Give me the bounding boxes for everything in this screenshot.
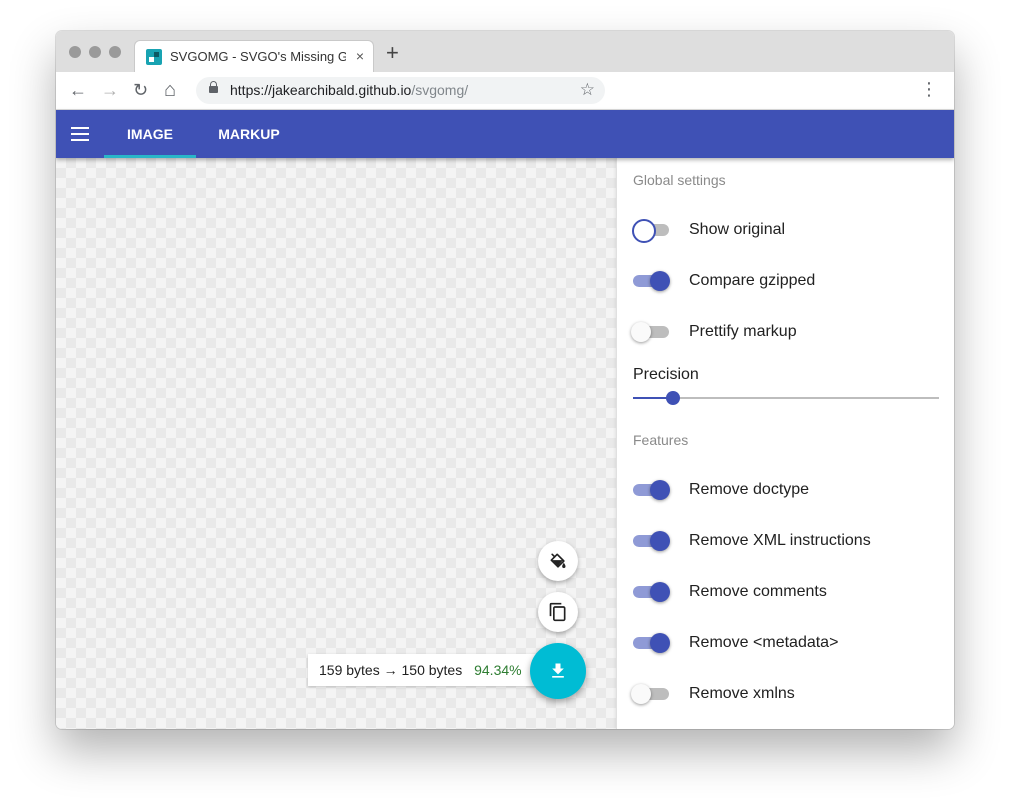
- precision-slider-handle[interactable]: [665, 391, 680, 405]
- image-preview-canvas[interactable]: [56, 158, 616, 729]
- hamburger-menu-icon[interactable]: [71, 127, 89, 141]
- tab-image[interactable]: IMAGE: [104, 110, 196, 158]
- reload-icon[interactable]: ↻: [133, 81, 148, 99]
- remove-doctype-toggle[interactable]: [633, 478, 670, 502]
- precision-slider[interactable]: [633, 391, 939, 405]
- browser-menu-icon[interactable]: ⋮: [920, 80, 938, 98]
- prettify-markup-toggle[interactable]: [631, 320, 669, 344]
- svgomg-favicon-icon: [146, 49, 162, 65]
- browser-tab[interactable]: SVGOMG - SVGO's Missing GUI ×: [134, 40, 374, 72]
- feature-label: Remove doctype: [689, 481, 810, 498]
- address-url[interactable]: https://jakearchibald.github.io/svgomg/: [230, 82, 468, 98]
- setting-compare-gzipped[interactable]: Compare gzipped: [633, 269, 943, 293]
- address-bar[interactable]: https://jakearchibald.github.io/svgomg/ …: [196, 77, 605, 104]
- feature-remove-doctype[interactable]: Remove doctype: [633, 478, 943, 502]
- feature-remove-comments[interactable]: Remove comments: [633, 580, 943, 604]
- new-tab-button[interactable]: +: [386, 42, 399, 64]
- app-bar: IMAGE MARKUP: [56, 110, 954, 158]
- settings-panel: Global settings Show original Compare gz…: [616, 158, 954, 729]
- copy-icon: [549, 602, 566, 622]
- remove-comments-toggle[interactable]: [633, 580, 670, 604]
- lock-icon: [209, 81, 218, 93]
- zoom-window-button[interactable]: [109, 46, 121, 58]
- feature-remove-xmlns[interactable]: Remove xmlns: [631, 682, 943, 706]
- url-host: https://jakearchibald.github.io: [230, 82, 412, 98]
- close-window-button[interactable]: [69, 46, 81, 58]
- setting-label: Compare gzipped: [689, 272, 816, 289]
- browser-window: SVGOMG - SVGO's Missing GUI × + ← → ↻ ⌂ …: [56, 31, 954, 729]
- features-title: Features: [633, 432, 689, 448]
- feature-remove-metadata[interactable]: Remove <metadata>: [633, 631, 943, 655]
- show-original-toggle[interactable]: [632, 218, 669, 243]
- original-size: 159 bytes: [319, 662, 380, 678]
- url-path: /svgomg/: [411, 82, 469, 98]
- forward-icon[interactable]: →: [101, 81, 119, 99]
- setting-label: Prettify markup: [689, 323, 797, 340]
- optimized-size: 150 bytes: [401, 662, 463, 678]
- feature-label: Remove XML instructions: [689, 532, 871, 549]
- background-toggle-button[interactable]: [538, 541, 578, 581]
- back-icon[interactable]: ←: [69, 81, 87, 99]
- global-settings-title: Global settings: [633, 172, 726, 188]
- minimize-window-button[interactable]: [89, 46, 101, 58]
- browser-toolbar: ← → ↻ ⌂ https://jakearchibald.github.io/…: [56, 72, 954, 110]
- setting-prettify-markup[interactable]: Prettify markup: [631, 320, 943, 344]
- download-button[interactable]: [530, 643, 586, 699]
- compare-gzipped-toggle[interactable]: [633, 269, 670, 293]
- saving-percent: 94.34%: [474, 662, 522, 678]
- bookmark-star-icon[interactable]: ☆: [580, 80, 595, 100]
- feature-label: Remove comments: [689, 583, 827, 600]
- remove-metadata-toggle[interactable]: [633, 631, 670, 655]
- size-results: 159 bytes → 150 bytes 94.34%: [308, 654, 558, 686]
- home-icon[interactable]: ⌂: [164, 80, 176, 100]
- tab-title: SVGOMG - SVGO's Missing GUI: [170, 49, 346, 64]
- feature-remove-xml-instructions[interactable]: Remove XML instructions: [633, 529, 943, 553]
- copy-button[interactable]: [538, 592, 578, 632]
- results-arrow: →: [383, 662, 398, 678]
- tab-markup[interactable]: MARKUP: [206, 110, 292, 158]
- tab-close-icon[interactable]: ×: [356, 48, 364, 64]
- setting-label: Show original: [689, 221, 786, 238]
- precision-label: Precision: [633, 366, 699, 383]
- tab-strip: SVGOMG - SVGO's Missing GUI × +: [56, 31, 954, 72]
- feature-label: Remove xmlns: [689, 685, 795, 702]
- paint-bucket-icon: [550, 553, 566, 569]
- feature-label: Remove <metadata>: [689, 634, 839, 651]
- setting-show-original[interactable]: Show original: [632, 218, 943, 243]
- download-icon: [552, 663, 564, 678]
- remove-xmlns-toggle[interactable]: [631, 682, 669, 706]
- remove-xml-instructions-toggle[interactable]: [633, 529, 670, 553]
